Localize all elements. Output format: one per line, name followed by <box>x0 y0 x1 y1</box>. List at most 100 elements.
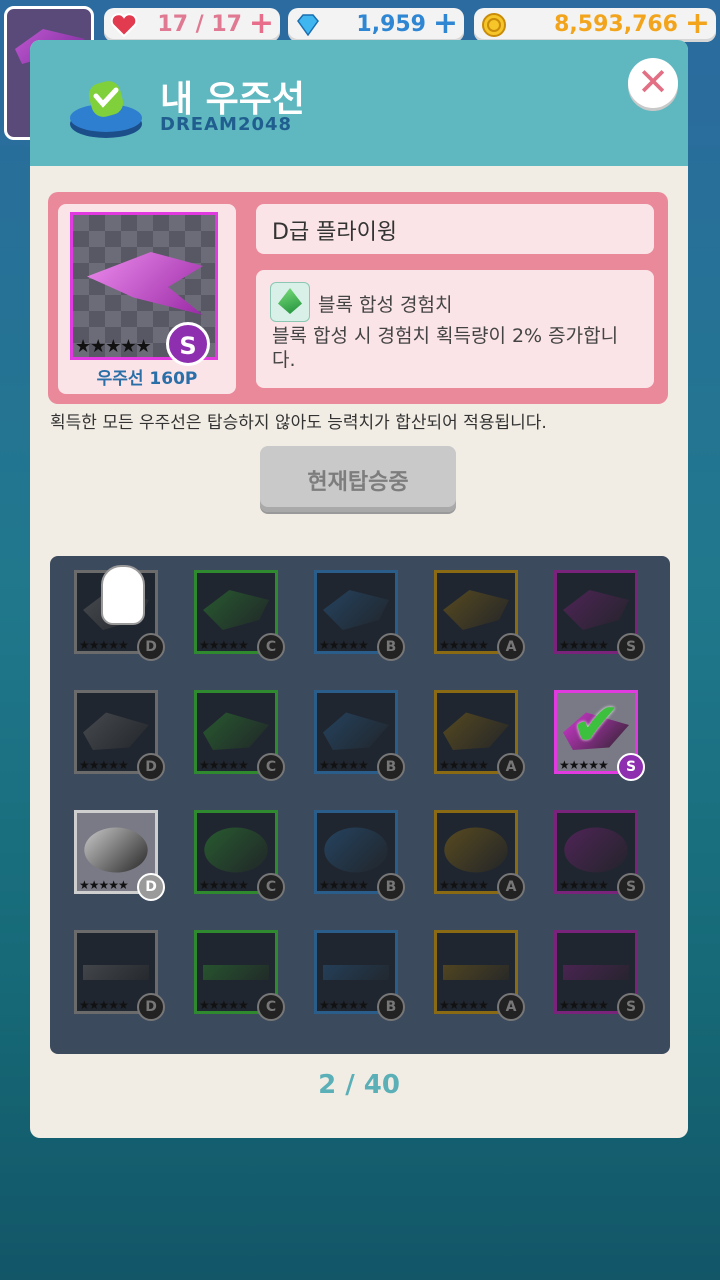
selected-ship-panel: ★★★★★ S 우주선 160P D급 플라이윙 블록 합성 경험치 블록 합성… <box>48 192 668 404</box>
spaceship-art <box>83 712 149 750</box>
page-indicator: 2 / 40 <box>318 1070 400 1100</box>
coins-counter: 8,593,766 + <box>474 8 716 42</box>
grade-badge: A <box>497 753 525 781</box>
add-gems-button[interactable]: + <box>433 9 458 39</box>
spaceship-art <box>203 712 269 750</box>
selected-check-icon: ✔ <box>571 690 622 760</box>
ship-slot[interactable]: ★★★★★ B <box>314 930 405 1021</box>
grade-badge: S <box>617 873 645 901</box>
grade-badge: A <box>497 993 525 1021</box>
grade-badge: S <box>617 633 645 661</box>
star-rating: ★★★★★ <box>319 638 369 652</box>
grade-badge: B <box>377 633 405 661</box>
ship-slot[interactable]: ★★★★★ A <box>434 690 525 781</box>
star-rating: ★★★★★ <box>559 998 609 1012</box>
star-rating: ★★★★★ <box>199 998 249 1012</box>
star-rating: ★★★★★ <box>199 758 249 772</box>
spaceship-art <box>444 827 508 873</box>
ship-slot[interactable]: ★★★★★ D <box>74 810 165 901</box>
ship-slot[interactable]: ★★★★★ C <box>194 930 285 1021</box>
add-hearts-button[interactable]: + <box>249 9 274 39</box>
grade-badge: B <box>377 873 405 901</box>
star-rating: ★★★★★ <box>199 878 249 892</box>
heart-icon <box>110 13 138 38</box>
star-rating: ★★★★★ <box>79 758 129 772</box>
spaceship-art <box>324 827 388 873</box>
ship-slot[interactable]: ★★★★★ S <box>554 930 645 1021</box>
ship-slot[interactable]: ★★★★★ D <box>74 930 165 1021</box>
diamond-icon <box>297 14 319 37</box>
grade-badge: A <box>497 873 525 901</box>
gems-counter: 1,959 + <box>288 8 464 42</box>
star-rating: ★★★★★ <box>319 878 369 892</box>
star-rating: ★★★★★ <box>559 758 609 772</box>
spaceship-art <box>203 965 269 980</box>
add-coins-button[interactable]: + <box>685 9 710 39</box>
spaceship-art <box>564 827 628 873</box>
grade-badge: S <box>617 753 645 781</box>
grade-badge: D <box>137 633 165 661</box>
ability-note: 획득한 모든 우주선은 탑승하지 않아도 능력치가 합산되어 적용됩니다. <box>50 413 547 433</box>
spaceship-art <box>443 712 509 750</box>
star-rating: ★★★★★ <box>439 758 489 772</box>
spaceship-platform-icon <box>70 81 142 138</box>
grade-badge: C <box>257 993 285 1021</box>
star-rating: ★★★★★ <box>559 638 609 652</box>
ability-box: 블록 합성 경험치 블록 합성 시 경험치 획득량이 2% 증가합니다. <box>256 270 654 388</box>
grade-badge: C <box>257 753 285 781</box>
star-rating: ★★★★★ <box>79 998 129 1012</box>
ship-points-label: 우주선 160P <box>96 369 198 389</box>
ship-slot[interactable]: ★★★★★ B <box>314 570 405 661</box>
ship-slot[interactable]: ★★★★★ B <box>314 690 405 781</box>
my-spaceship-modal: 내 우주선 DREAM2048 ✕ ★★★★★ S 우주선 160P D급 플라… <box>30 40 688 1138</box>
spaceship-art <box>323 590 389 630</box>
level-gem-icon <box>270 282 310 322</box>
grade-badge: B <box>377 993 405 1021</box>
ship-slot[interactable]: ★★★★★ C <box>194 810 285 901</box>
ability-title: 블록 합성 경험치 <box>318 294 453 316</box>
ship-slot[interactable]: ★★★★★ A <box>434 930 525 1021</box>
grade-badge: D <box>137 873 165 901</box>
ship-slot[interactable]: ★★★★★ S ✔ <box>554 690 645 781</box>
pointer-hand-icon <box>101 565 145 625</box>
currently-boarding-button[interactable]: 현재탑승중 <box>260 446 456 512</box>
ship-slot[interactable]: ★★★★★ B <box>314 810 405 901</box>
grade-badge: B <box>377 753 405 781</box>
username-label: DREAM2048 <box>160 114 293 135</box>
spaceship-art <box>323 965 389 980</box>
star-rating: ★★★★★ <box>439 638 489 652</box>
grade-badge: S <box>617 993 645 1021</box>
ship-slot[interactable]: ★★★★★ D <box>74 690 165 781</box>
grade-badge: D <box>137 993 165 1021</box>
grade-badge: D <box>137 753 165 781</box>
spaceship-art <box>203 590 269 630</box>
star-rating: ★★★★★ <box>79 878 129 892</box>
ship-name-box: D급 플라이윙 <box>256 204 654 254</box>
ship-slot[interactable]: ★★★★★ A <box>434 570 525 661</box>
spaceship-grid[interactable]: ★★★★★ D ★★★★★ C ★★★★★ B ★★★★★ A ★★★★★ S ★★★★★ D ★★★★… <box>50 556 670 1054</box>
star-rating: ★★★★★ <box>319 758 369 772</box>
coins-value: 8,593,766 <box>554 12 678 37</box>
ship-slot[interactable]: ★★★★★ D <box>74 565 165 661</box>
hearts-counter: 17 / 17 + <box>104 8 280 42</box>
close-button[interactable]: ✕ <box>628 58 678 108</box>
ship-slot[interactable]: ★★★★★ S <box>554 570 645 661</box>
selected-ship-card: ★★★★★ S 우주선 160P <box>58 204 236 394</box>
star-rating: ★★★★★ <box>559 878 609 892</box>
ship-slot[interactable]: ★★★★★ C <box>194 570 285 661</box>
spaceship-art <box>563 590 629 630</box>
ship-slot[interactable]: ★★★★★ C <box>194 690 285 781</box>
hearts-value: 17 / 17 <box>157 12 242 37</box>
close-icon: ✕ <box>637 60 669 104</box>
ship-slot[interactable]: ★★★★★ A <box>434 810 525 901</box>
spaceship-art <box>443 965 509 980</box>
spaceship-art <box>204 827 268 873</box>
coin-icon <box>482 13 506 37</box>
grade-badge: S <box>166 322 210 366</box>
currently-boarding-label: 현재탑승중 <box>307 470 409 495</box>
star-rating: ★★★★★ <box>75 336 152 357</box>
spaceship-art <box>563 965 629 980</box>
grade-badge: C <box>257 873 285 901</box>
grade-badge: C <box>257 633 285 661</box>
ship-slot[interactable]: ★★★★★ S <box>554 810 645 901</box>
